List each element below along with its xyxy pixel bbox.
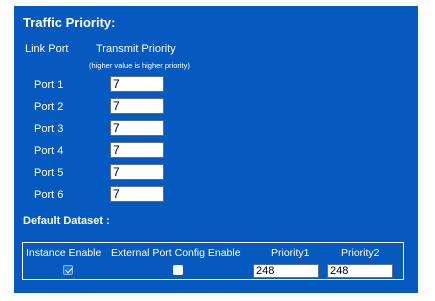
port-label: Port 6 xyxy=(34,189,64,201)
port-1-priority-input[interactable] xyxy=(110,76,164,92)
port-5-priority-input[interactable] xyxy=(110,164,164,180)
port-row-3: Port 3 xyxy=(14,120,214,140)
transmit-priority-header: Transmit Priority xyxy=(96,43,176,55)
port-row-5: Port 5 xyxy=(14,164,214,184)
priority1-input[interactable] xyxy=(253,264,319,278)
external-port-config-header: External Port Config Enable xyxy=(111,247,241,259)
section-title: Traffic Priority: xyxy=(23,15,116,30)
external-port-config-checkbox[interactable] xyxy=(173,265,183,275)
default-dataset-table: Instance Enable External Port Config Ena… xyxy=(22,242,404,280)
port-label: Port 1 xyxy=(34,79,64,91)
traffic-priority-panel: Traffic Priority: Link Port Transmit Pri… xyxy=(14,6,418,293)
port-4-priority-input[interactable] xyxy=(110,142,164,158)
port-label: Port 5 xyxy=(34,167,64,179)
port-label: Port 4 xyxy=(34,145,64,157)
port-row-6: Port 6 xyxy=(14,186,214,206)
default-dataset-title: Default Dataset : xyxy=(23,215,110,227)
instance-enable-checkbox[interactable] xyxy=(63,265,73,275)
port-6-priority-input[interactable] xyxy=(110,186,164,202)
port-label: Port 2 xyxy=(34,101,64,113)
priority1-header: Priority1 xyxy=(271,247,310,259)
priority-note: (higher value is higher priority) xyxy=(89,61,190,70)
port-2-priority-input[interactable] xyxy=(110,98,164,114)
link-port-header: Link Port xyxy=(25,43,69,55)
priority2-header: Priority2 xyxy=(341,247,380,259)
port-row-4: Port 4 xyxy=(14,142,214,162)
port-row-2: Port 2 xyxy=(14,98,214,118)
instance-enable-header: Instance Enable xyxy=(26,247,102,259)
priority2-input[interactable] xyxy=(327,264,393,278)
port-3-priority-input[interactable] xyxy=(110,120,164,136)
port-label: Port 3 xyxy=(34,123,64,135)
port-row-1: Port 1 xyxy=(14,76,214,96)
